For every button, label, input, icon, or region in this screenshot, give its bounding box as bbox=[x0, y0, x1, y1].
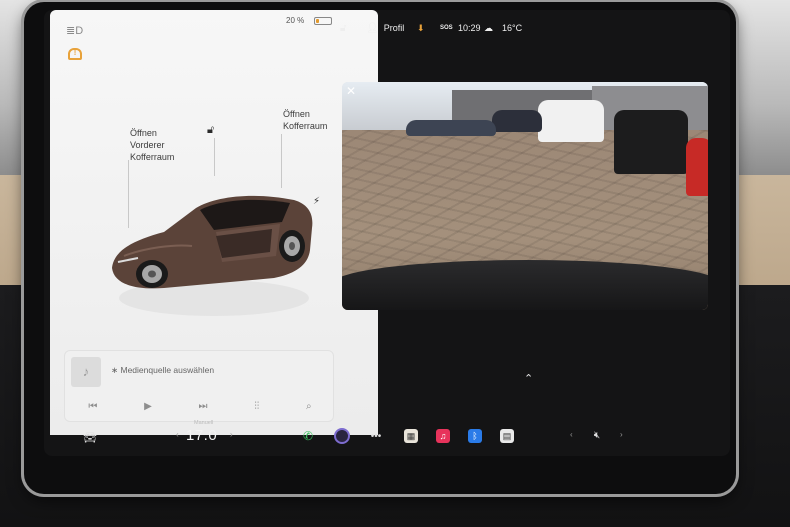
battery-icon bbox=[314, 17, 332, 25]
weather-icon: ☁ bbox=[484, 22, 493, 33]
car-icon[interactable]: 🚘︎ bbox=[80, 428, 100, 446]
download-icon[interactable]: ⬇ bbox=[417, 20, 425, 36]
music-app-icon[interactable]: ♫ bbox=[436, 429, 450, 443]
car-model bbox=[112, 195, 313, 316]
lock-open-icon[interactable]: 🔓︎ bbox=[207, 124, 214, 137]
climate-mode: Manuell bbox=[194, 420, 214, 426]
more-apps-icon[interactable]: ••• bbox=[368, 428, 384, 444]
phone-icon[interactable]: ✆ bbox=[300, 428, 316, 444]
touchscreen: ≣D ! 20 % Öffnen Vorderer Kofferraum Öff… bbox=[44, 10, 730, 456]
bluetooth-app-icon[interactable]: ᛒ bbox=[468, 429, 482, 443]
lock-status-icon[interactable]: 🔓︎ bbox=[340, 23, 346, 34]
camera-rear-bumper bbox=[342, 260, 708, 310]
sos-icon[interactable]: SOS bbox=[440, 20, 453, 36]
toybox-icon[interactable]: ▤ bbox=[500, 429, 514, 443]
volume-down-arrow[interactable]: ‹ bbox=[570, 430, 573, 439]
chevron-up-icon[interactable]: ⌃ bbox=[524, 372, 533, 385]
equalizer-icon[interactable]: ⫶⫶ bbox=[254, 401, 259, 412]
headlight-icon: ≣D bbox=[66, 25, 84, 37]
media-player[interactable]: ♪ ∗ Medienquelle auswählen ⏮︎ ▶︎ ⏭︎ ⫶⫶ ⌕ bbox=[64, 350, 334, 422]
bottom-dock: 🚘︎ ‹ Manuell 17.0 › ✆ ••• ▦ ♫ ᛒ ▤ ‹ 🔇︎ › bbox=[44, 420, 730, 460]
camera-white-car bbox=[538, 100, 604, 142]
open-frunk-button[interactable]: Öffnen Vorderer Kofferraum bbox=[130, 127, 174, 163]
volume-up-arrow[interactable]: › bbox=[620, 430, 623, 439]
camera-parked-row bbox=[406, 120, 496, 136]
media-controls: ⏮︎ ▶︎ ⏭︎ ⫶⫶ ⌕ bbox=[65, 393, 335, 419]
tire-pressure-warning-icon[interactable]: ! bbox=[68, 48, 82, 60]
battery-percent: 20 % bbox=[286, 16, 305, 25]
cabin-temperature[interactable]: 17.0 bbox=[186, 427, 217, 444]
camera-red-car bbox=[686, 138, 708, 196]
music-note-icon: ♪ bbox=[71, 357, 101, 387]
temp-up-arrow[interactable]: › bbox=[230, 430, 233, 439]
temp-down-arrow[interactable]: ‹ bbox=[176, 430, 179, 439]
media-source-selector[interactable]: ∗ Medienquelle auswählen bbox=[111, 365, 214, 376]
play-icon[interactable]: ▶︎ bbox=[144, 401, 152, 412]
outside-temperature: 16°C bbox=[502, 23, 523, 33]
calendar-icon[interactable]: ▦ bbox=[404, 429, 418, 443]
previous-track-icon[interactable]: ⏮︎ bbox=[88, 401, 97, 412]
close-icon[interactable]: ✕ bbox=[346, 84, 356, 98]
open-trunk-button[interactable]: Öffnen Kofferraum bbox=[283, 108, 327, 132]
search-icon[interactable]: ⌕ bbox=[306, 401, 312, 412]
profile-button[interactable]: 👤︎ Profil bbox=[366, 20, 404, 36]
camera-app-icon[interactable] bbox=[334, 428, 350, 444]
next-track-icon[interactable]: ⏭︎ bbox=[199, 401, 208, 412]
rear-camera-view[interactable]: ✕ bbox=[342, 82, 708, 310]
battery-fill bbox=[316, 19, 319, 23]
person-icon: 👤︎ bbox=[366, 22, 379, 34]
status-bar: 🔓︎ bbox=[340, 20, 351, 36]
camera-black-car bbox=[614, 110, 688, 174]
car-status-panel: ≣D ! 20 % Öffnen Vorderer Kofferraum Öff… bbox=[50, 10, 378, 435]
mute-icon[interactable]: 🔇︎ bbox=[588, 427, 606, 443]
camera-dark-car bbox=[492, 110, 542, 132]
clock: 10:29 bbox=[458, 23, 481, 33]
